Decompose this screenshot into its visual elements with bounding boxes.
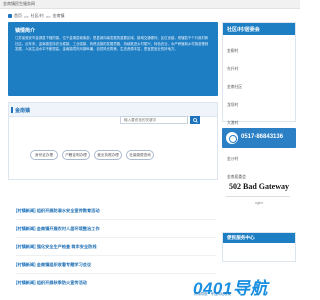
breadcrumb-separator: >>	[45, 13, 51, 19]
list-item[interactable]: [村镇新闻] 组织开展秋季防火宣传活动	[16, 280, 87, 289]
community-links: 金柳村东升村金南社区龙坝村大港村金华村金沙村金南居委会	[223, 35, 295, 187]
service-title: 便民服务中心	[227, 235, 255, 240]
divider	[16, 219, 216, 220]
community-link[interactable]: 金南社区	[227, 82, 260, 93]
list-item-title[interactable]: 金南镇组织收看专题学习会议	[37, 262, 91, 267]
list-item-category: [村镇新闻]	[16, 226, 36, 231]
intro-text: 江苏省淮安市金湖县下辖的镇，位于金湖县城南部，是县城向南发展的重要区域。镇域交通…	[15, 36, 209, 52]
watermark-logo: 0401导航 好用导航 · 专注网址收录	[190, 274, 300, 300]
divider	[16, 255, 216, 256]
search-button[interactable]	[190, 116, 200, 124]
watermark-subtext: 好用导航 · 专注网址收录	[194, 292, 231, 296]
search-icon	[192, 117, 198, 123]
list-item[interactable]: [村镇新闻] 强化安全生产检查 筑牢安全防线	[16, 244, 97, 253]
list-item-category: [村镇新闻]	[16, 208, 36, 213]
community-link[interactable]: 东升村	[227, 64, 260, 75]
community-link[interactable]: 龙坝村	[227, 100, 260, 111]
breadcrumb: 首页 >> 社区/村 >> 金南镇	[8, 12, 218, 20]
list-item-category: [村镇新闻]	[16, 244, 36, 249]
community-link[interactable]: 金沙村	[227, 154, 260, 165]
list-item-title[interactable]: 组织开展秋季防火宣传活动	[37, 280, 87, 285]
community-link[interactable]: 金柳村	[227, 46, 260, 57]
tag-button[interactable]: 营业执照办理	[94, 150, 122, 160]
community-panel: 社区/村/居委会 金柳村东升村金南社区龙坝村大港村金华村金沙村金南居委会	[222, 22, 296, 179]
service-header: 便民服务中心	[223, 233, 295, 243]
list-item-title[interactable]: 强化安全生产检查 筑牢安全防线	[37, 244, 97, 249]
error-server: nginx	[254, 201, 264, 205]
home-icon[interactable]	[8, 14, 12, 18]
error-title: 502 Bad Gateway	[229, 182, 289, 191]
tag-button[interactable]: 社保缴费查询	[126, 150, 154, 160]
site-title: 金南镇民生服务网	[3, 1, 35, 6]
tag-button[interactable]: 身份证办理	[30, 150, 58, 160]
breadcrumb-item-town[interactable]: 金南镇	[52, 13, 64, 19]
top-bar: 金南镇民生服务网	[0, 0, 300, 9]
breadcrumb-item-home[interactable]: 首页	[14, 13, 22, 19]
list-item[interactable]: [村镇新闻] 金南镇开展农村人居环境整治工作	[16, 226, 100, 235]
intro-panel: 镇情简介 江苏省淮安市金湖县下辖的镇，位于金湖县城南部，是县城向南发展的重要区域…	[8, 22, 218, 96]
list-item[interactable]: [村镇新闻] 金南镇组织收看专题学习会议	[16, 262, 91, 271]
news-panel: 金南镇	[8, 102, 218, 180]
divider	[16, 237, 216, 238]
service-panel: 便民服务中心	[222, 232, 296, 262]
list-item[interactable]: [村镇新闻] 组织开展防溺水安全宣传教育活动	[16, 208, 100, 217]
list-item-title[interactable]: 金南镇开展农村人居环境整治工作	[37, 226, 100, 231]
phone-icon	[226, 132, 238, 144]
list-item-category: [村镇新闻]	[16, 262, 36, 267]
hotline-number: 0517-86843136	[241, 134, 284, 140]
community-title: 社区/村/居委会	[227, 27, 260, 33]
list-item-category: [村镇新闻]	[16, 280, 36, 285]
intro-title: 镇情简介	[15, 28, 36, 34]
breadcrumb-item-community[interactable]: 社区/村	[31, 13, 44, 19]
community-header: 社区/村/居委会	[223, 23, 295, 35]
tag-button[interactable]: 户籍证明办理	[62, 150, 90, 160]
list-item-title[interactable]: 组织开展防溺水安全宣传教育活动	[37, 208, 100, 213]
hotline-panel: 0517-86843136	[222, 128, 296, 148]
divider	[16, 273, 216, 274]
news-list: [村镇新闻] 组织开展防溺水安全宣传教育活动 [村镇新闻] 金南镇开展农村人居环…	[8, 186, 218, 296]
search-input[interactable]	[120, 116, 188, 124]
breadcrumb-separator: >>	[24, 13, 29, 19]
news-title: 金南镇	[10, 107, 31, 114]
news-header: 金南镇	[9, 103, 217, 117]
divider	[226, 196, 290, 197]
